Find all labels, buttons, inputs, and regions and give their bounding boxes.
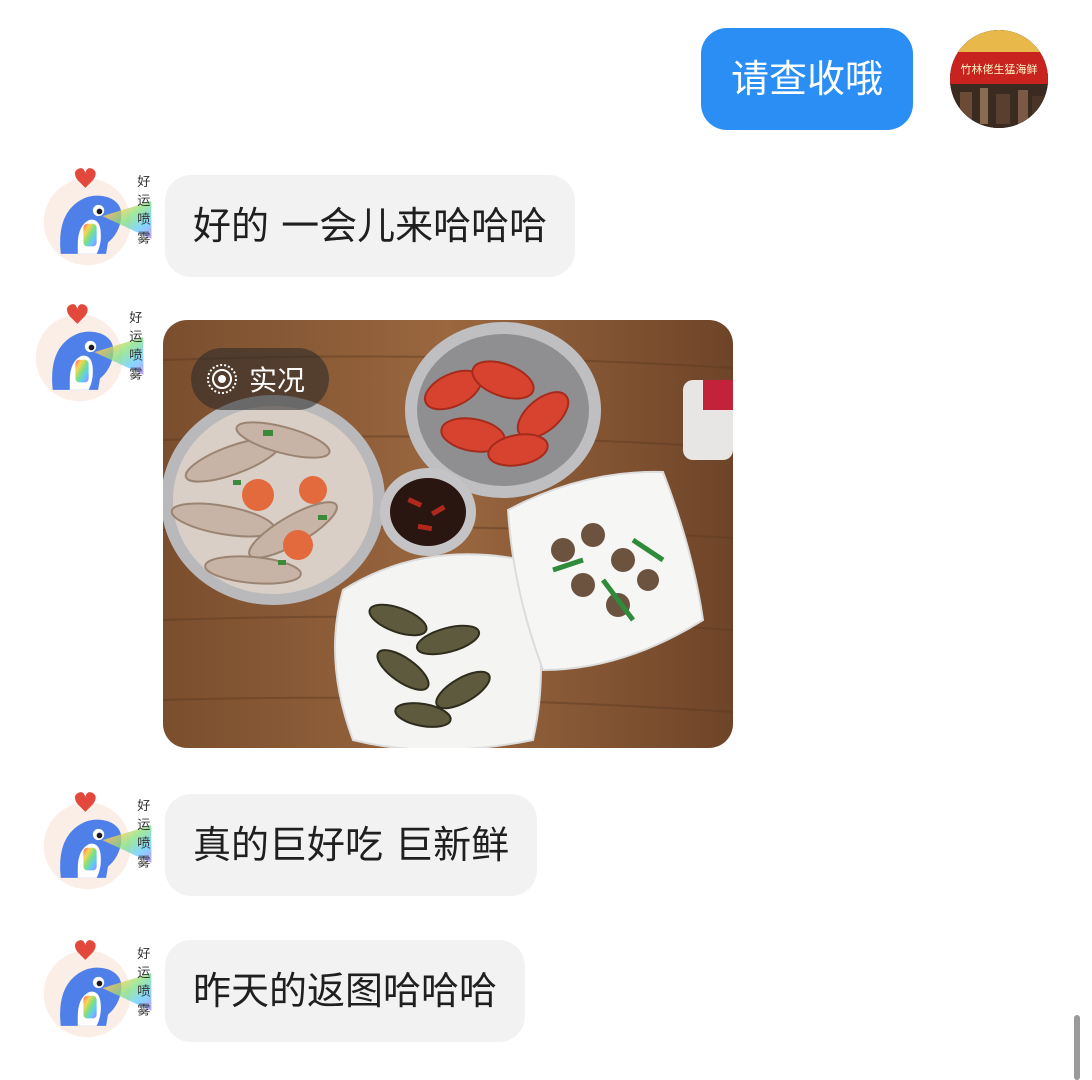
svg-text:雾: 雾 — [137, 1003, 150, 1019]
storefront-sign-text: 竹林佬生猛海鲜 — [961, 62, 1038, 76]
incoming-message-bubble[interactable]: 真的巨好吃 巨新鲜 — [165, 794, 538, 896]
svg-text:运: 运 — [137, 965, 150, 981]
live-photo-message[interactable]: 实况 — [163, 320, 733, 748]
contact-avatar[interactable]: 好 运 喷 雾 — [40, 784, 158, 902]
outgoing-message-bubble[interactable]: 请查收哦 — [701, 28, 914, 130]
svg-text:运: 运 — [129, 329, 142, 345]
scrollbar[interactable] — [1074, 1015, 1080, 1080]
incoming-message-bubble[interactable]: 昨天的返图哈哈哈 — [165, 940, 526, 1042]
svg-text:雾: 雾 — [137, 855, 150, 871]
chat-conversation: 请查收哦 竹林佬生猛海鲜 好 运 喷 雾 好的 一会儿来哈哈哈 好 运 喷 雾 … — [0, 0, 1092, 1080]
svg-text:喷: 喷 — [137, 212, 150, 228]
live-photo-label: 实况 — [249, 364, 306, 397]
svg-text:喷: 喷 — [137, 984, 150, 1000]
svg-text:运: 运 — [137, 193, 150, 209]
svg-text:好: 好 — [129, 310, 142, 326]
svg-text:好: 好 — [137, 174, 150, 190]
dolphin-sticker-icon: 好 运 喷 雾 — [43, 168, 152, 266]
incoming-message-bubble[interactable]: 好的 一会儿来哈哈哈 — [165, 175, 576, 277]
self-avatar[interactable]: 竹林佬生猛海鲜 — [950, 30, 1048, 128]
contact-avatar[interactable]: 好 运 喷 雾 — [32, 296, 150, 414]
dolphin-sticker-icon: 好 运 喷 雾 — [35, 304, 144, 402]
svg-text:喷: 喷 — [137, 836, 150, 852]
live-photo-icon — [207, 364, 237, 394]
dolphin-sticker-icon: 好 运 喷 雾 — [43, 792, 152, 890]
svg-text:喷: 喷 — [129, 348, 142, 364]
svg-text:好: 好 — [137, 798, 150, 814]
live-photo-badge: 实况 — [191, 348, 330, 410]
contact-avatar[interactable]: 好 运 喷 雾 — [40, 160, 158, 278]
svg-text:运: 运 — [137, 817, 150, 833]
svg-text:好: 好 — [137, 946, 150, 962]
svg-text:雾: 雾 — [129, 367, 142, 383]
contact-avatar[interactable]: 好 运 喷 雾 — [40, 932, 158, 1050]
svg-text:雾: 雾 — [137, 231, 150, 247]
dolphin-sticker-icon: 好 运 喷 雾 — [43, 940, 152, 1038]
storefront-photo-icon: 竹林佬生猛海鲜 — [950, 30, 1048, 128]
